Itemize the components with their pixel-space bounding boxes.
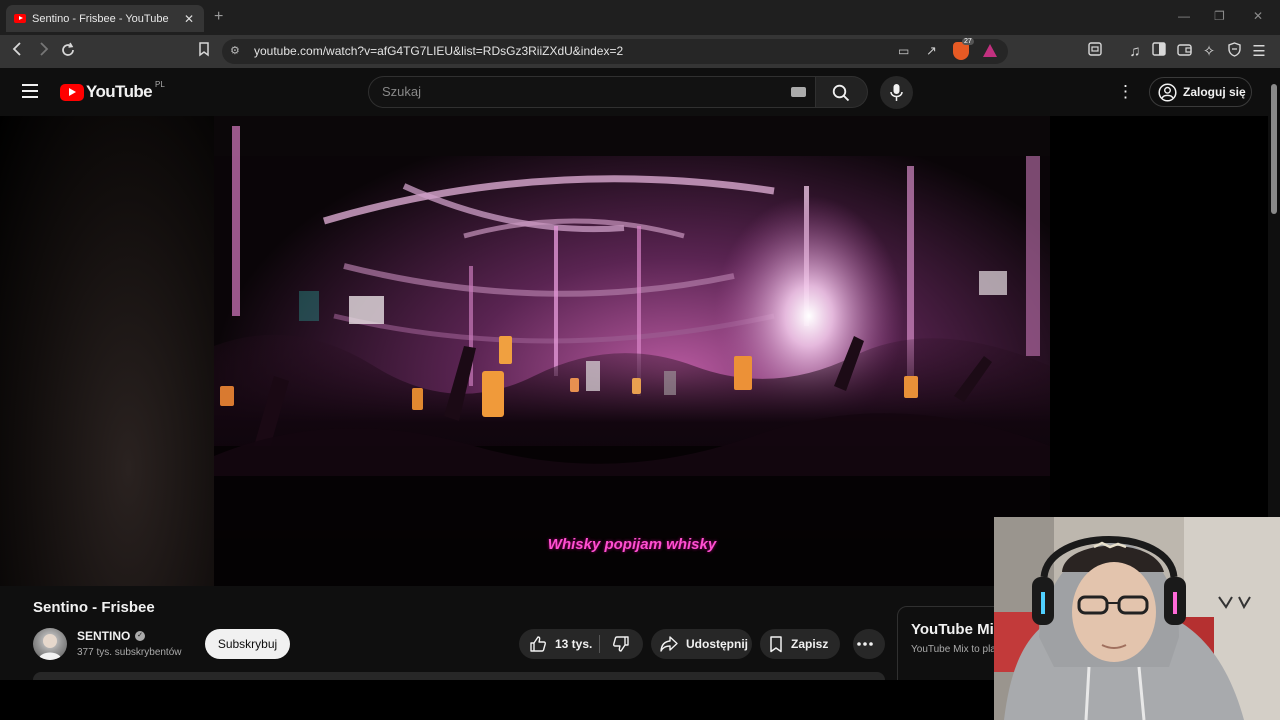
back-icon[interactable] — [8, 42, 28, 62]
video-title: Sentino - Frisbee — [33, 599, 155, 616]
search-box — [368, 76, 816, 108]
mix-subtitle: YouTube Mix to pla — [911, 644, 996, 655]
youtube-logo[interactable]: YouTube PL — [60, 79, 165, 102]
reload-icon[interactable] — [58, 42, 78, 62]
youtube-header: YouTube PL ⋮ Zaloguj się — [0, 68, 1280, 116]
forward-icon[interactable] — [33, 42, 53, 62]
restore-icon[interactable]: ❐ — [1214, 9, 1225, 23]
minimize-icon[interactable]: — — [1178, 9, 1190, 23]
vpn-icon[interactable] — [1224, 42, 1244, 62]
ambient-glow — [0, 116, 214, 586]
more-horizontal-icon — [857, 642, 873, 646]
browser-tab[interactable]: Sentino - Frisbee - YouTube ✕ — [6, 5, 204, 32]
subscribe-button[interactable]: Subskrybuj — [205, 629, 290, 659]
music-icon[interactable]: ♫ — [1125, 42, 1145, 62]
webcam-overlay — [994, 517, 1280, 720]
video-player[interactable]: Whisky popijam whisky — [214, 116, 1050, 586]
logo-wordmark: YouTube — [86, 82, 153, 101]
new-tab-button[interactable]: + — [214, 8, 223, 26]
concert-frame-image — [214, 116, 1050, 586]
player-area: Whisky popijam whisky — [0, 116, 1268, 586]
subscriber-count: 377 tys. subskrybentów — [77, 647, 182, 658]
share-page-icon[interactable]: ↗ — [926, 43, 937, 59]
video-caption: Whisky popijam whisky — [547, 536, 717, 553]
sidebar-icon[interactable] — [1149, 42, 1169, 62]
tab-title: Sentino - Frisbee - YouTube — [32, 12, 169, 25]
youtube-favicon-icon — [14, 14, 26, 23]
share-label: Udostępnij — [686, 637, 748, 651]
save-label: Zapisz — [791, 637, 829, 651]
tab-close-icon[interactable]: ✕ — [182, 12, 196, 26]
site-settings-icon[interactable]: ⚙ — [230, 44, 240, 57]
channel-avatar[interactable] — [33, 628, 67, 660]
like-dislike-group: 13 tys. — [519, 629, 643, 659]
browser-tab-strip: Sentino - Frisbee - YouTube ✕ + — ❐ ✕ — [0, 0, 1280, 35]
save-button[interactable]: Zapisz — [760, 629, 840, 659]
signin-label: Zaloguj się — [1183, 85, 1246, 99]
bookmark-icon[interactable] — [194, 42, 214, 62]
guide-menu-icon[interactable] — [22, 84, 38, 98]
browser-toolbar: ⚙ youtube.com/watch?v=afG4TG7LIEU&list=R… — [0, 35, 1280, 68]
search-input[interactable] — [382, 84, 762, 99]
menu-icon[interactable]: ☰ — [1249, 42, 1269, 62]
scrollbar-thumb[interactable] — [1271, 84, 1277, 214]
youtube-play-icon — [60, 83, 84, 101]
more-actions-button[interactable] — [853, 629, 885, 659]
like-divider — [599, 635, 600, 653]
like-count[interactable]: 13 tys. — [555, 637, 592, 651]
cast-icon[interactable]: ▭ — [898, 44, 909, 58]
verified-badge-icon: ✓ — [135, 631, 145, 641]
address-bar[interactable]: ⚙ youtube.com/watch?v=afG4TG7LIEU&list=R… — [222, 38, 1008, 64]
wallet-icon[interactable] — [1174, 42, 1194, 62]
channel-name[interactable]: SENTINO — [77, 629, 130, 643]
close-window-icon[interactable]: ✕ — [1253, 9, 1263, 23]
thumbs-down-icon[interactable] — [612, 635, 630, 653]
microphone-icon — [890, 84, 903, 101]
share-button[interactable]: Udostępnij — [651, 629, 752, 659]
search-button[interactable] — [816, 76, 868, 108]
mix-title: YouTube Mix — [911, 621, 1003, 638]
shields-count-badge: 27 — [962, 38, 974, 45]
reader-mode-icon[interactable] — [1085, 42, 1105, 62]
save-bookmark-icon — [770, 635, 782, 652]
settings-more-icon[interactable]: ⋮ — [1117, 82, 1134, 102]
signin-button[interactable]: Zaloguj się — [1149, 77, 1252, 107]
country-code: PL — [155, 79, 165, 89]
keyboard-icon[interactable] — [791, 87, 806, 97]
brave-rewards-icon[interactable] — [983, 44, 997, 57]
streamer-camera-image — [994, 517, 1280, 720]
search-icon — [832, 84, 850, 102]
account-icon — [1158, 82, 1177, 102]
leo-ai-icon[interactable]: ✧ — [1199, 42, 1219, 62]
share-icon — [660, 636, 678, 652]
url-text[interactable]: youtube.com/watch?v=afG4TG7LIEU&list=RDs… — [254, 44, 623, 58]
thumbs-up-icon[interactable] — [529, 635, 547, 653]
voice-search-button[interactable] — [880, 76, 913, 109]
